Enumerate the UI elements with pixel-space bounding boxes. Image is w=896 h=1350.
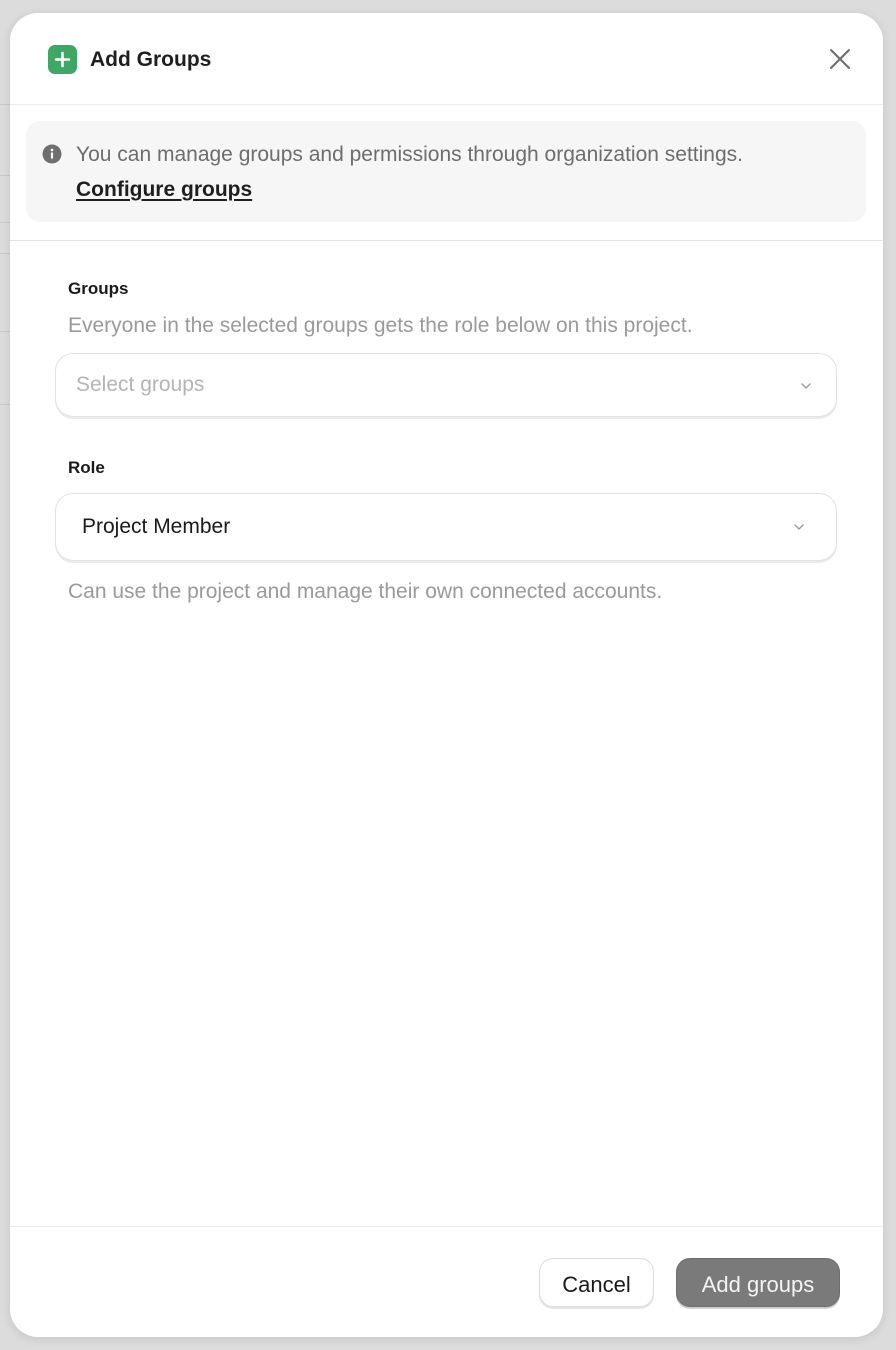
groups-help-text: Everyone in the selected groups gets the…: [68, 314, 693, 337]
role-select-value: Project Member: [82, 515, 231, 538]
role-description: Can use the project and manage their own…: [68, 580, 663, 603]
role-label: Role: [68, 458, 105, 477]
dialog-header: Add Groups: [10, 13, 883, 105]
dialog-title: Add Groups: [90, 48, 212, 71]
chevron-down-icon: [794, 524, 804, 530]
cancel-button[interactable]: Cancel: [539, 1258, 654, 1307]
groups-select[interactable]: Select groups: [55, 353, 837, 417]
dialog-footer: Cancel Add groups: [10, 1226, 883, 1337]
add-groups-button[interactable]: Add groups: [676, 1258, 840, 1307]
groups-select-placeholder: Select groups: [76, 373, 205, 396]
close-icon: [830, 49, 850, 69]
info-icon: [42, 144, 62, 164]
role-select[interactable]: Project Member: [55, 493, 837, 561]
close-button[interactable]: [825, 44, 855, 74]
groups-label: Groups: [68, 279, 129, 298]
plus-icon: [48, 45, 77, 74]
configure-groups-link[interactable]: Configure groups: [76, 177, 252, 203]
notice-text: You can manage groups and permissions th…: [76, 143, 743, 166]
info-notice: You can manage groups and permissions th…: [26, 121, 866, 222]
chevron-down-icon: [801, 383, 811, 389]
section-divider: [10, 240, 883, 241]
add-groups-dialog: Add Groups You can manage groups and per…: [10, 13, 883, 1337]
